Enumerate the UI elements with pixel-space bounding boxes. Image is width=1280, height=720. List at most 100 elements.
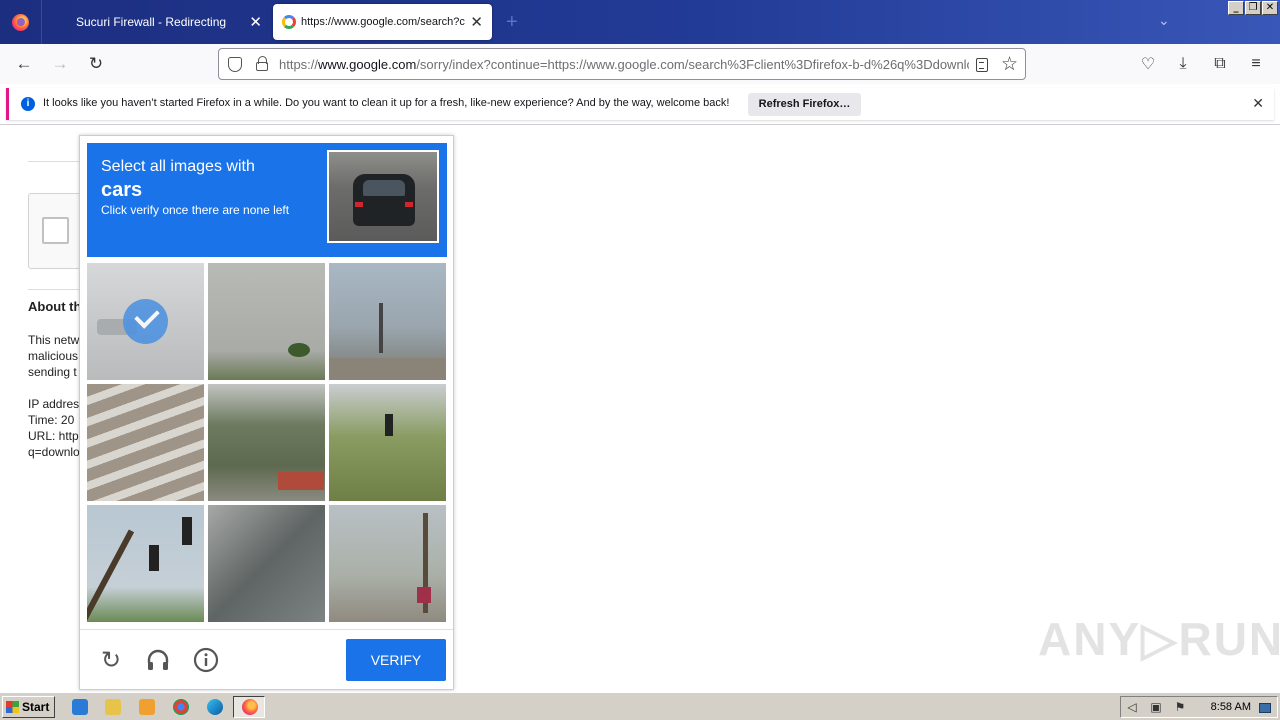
forward-arrow-icon[interactable]: →: [48, 52, 72, 76]
tab-close-icon[interactable]: ✕: [249, 13, 262, 31]
captcha-tile[interactable]: [329, 263, 446, 380]
action-center-flag-icon[interactable]: ⚑: [1173, 701, 1187, 714]
url-host: www.google.com: [318, 57, 417, 72]
bookmark-star-icon[interactable]: ☆: [1001, 53, 1018, 76]
restore-button[interactable]: ❐: [1245, 1, 1261, 15]
captcha-header: Select all images with cars Click verify…: [87, 143, 447, 257]
recaptcha-checkbox[interactable]: [42, 217, 69, 244]
url-path: /sorry/index?continue=https://www.google…: [416, 57, 969, 72]
audio-icon[interactable]: [143, 645, 173, 675]
info-icon: i: [21, 97, 35, 111]
anyrun-watermark: ANY▷RUN: [1038, 613, 1280, 665]
lock-icon[interactable]: [256, 56, 268, 71]
reload-icon[interactable]: ↻: [84, 52, 108, 76]
captcha-tile[interactable]: [87, 384, 204, 501]
clock: 8:58 AM: [1210, 701, 1251, 713]
notification-message: It looks like you haven’t started Firefo…: [43, 97, 730, 109]
refresh-firefox-button[interactable]: Refresh Firefox…: [748, 93, 861, 116]
hamburger-menu-icon[interactable]: ≡: [1245, 53, 1267, 75]
car-window: [363, 180, 405, 196]
captcha-tile[interactable]: [329, 505, 446, 622]
new-tab-button[interactable]: +: [506, 12, 518, 32]
car-taillight: [355, 202, 363, 207]
edge-icon[interactable]: [207, 699, 223, 715]
captcha-subinstruction: Click verify once there are none left: [101, 203, 290, 217]
tab-strip: Sucuri Firewall - Redirecting... ✕ https…: [0, 0, 1280, 44]
firefox-menu-button[interactable]: [0, 0, 42, 44]
info-circle-icon: [193, 647, 219, 673]
info-icon[interactable]: [191, 645, 221, 675]
tile-road-shape: [329, 358, 446, 380]
start-label: Start: [22, 700, 50, 714]
tile-traffic-light-shape: [182, 517, 192, 545]
toolbar-separator: [0, 124, 1280, 125]
tile-pole-shape: [379, 303, 383, 353]
reader-view-icon[interactable]: [976, 58, 988, 72]
page-line: sending t: [28, 365, 77, 379]
captcha-tile[interactable]: [208, 505, 325, 622]
url-bar[interactable]: https://www.google.com/sorry/index?conti…: [218, 48, 1026, 80]
captcha-tile[interactable]: [208, 263, 325, 380]
page-line: IP addres: [28, 397, 80, 411]
notification-bar: i It looks like you haven’t started Fire…: [6, 88, 1274, 120]
about-heading: About th: [28, 299, 82, 314]
extensions-icon[interactable]: ⧉: [1209, 53, 1231, 75]
page-line: malicious: [28, 349, 79, 363]
checkmark-icon: [123, 299, 168, 344]
tab-title: Sucuri Firewall - Redirecting...: [76, 15, 226, 29]
window-controls: _ ❐ ✕: [1228, 1, 1278, 15]
tile-palm-shape: [288, 343, 310, 357]
captcha-tile[interactable]: [87, 505, 204, 622]
tab-close-icon[interactable]: ✕: [470, 13, 483, 31]
show-desktop-button[interactable]: [1259, 703, 1271, 713]
back-arrow-icon[interactable]: ←: [12, 52, 36, 76]
taskbar: Start ◁ ▣ ⚑ 8:58 AM: [0, 692, 1280, 720]
page-line: URL: http: [28, 429, 79, 443]
firefox-icon: [242, 699, 258, 715]
internet-explorer-icon[interactable]: [72, 699, 88, 715]
media-player-icon[interactable]: [139, 699, 155, 715]
volume-icon[interactable]: ◁: [1125, 701, 1139, 714]
car-taillight: [405, 202, 413, 207]
pocket-icon[interactable]: ♡: [1137, 53, 1159, 75]
notification-close-icon[interactable]: ✕: [1252, 95, 1264, 112]
captcha-instruction: Select all images with: [101, 158, 255, 175]
firefox-taskbar-button[interactable]: [233, 696, 265, 718]
tile-pole-shape: [87, 529, 135, 621]
chrome-icon[interactable]: [173, 699, 189, 715]
page-line: q=downlo: [28, 445, 80, 459]
captcha-tile[interactable]: [329, 384, 446, 501]
tab-title: https://www.google.com/search?client=fir…: [301, 16, 465, 28]
file-explorer-icon[interactable]: [105, 699, 121, 715]
navigation-toolbar: ← → ↻ https://www.google.com/sorry/index…: [0, 44, 1280, 84]
captcha-footer-divider: [80, 629, 453, 630]
page-line: This netw: [28, 333, 80, 347]
reload-icon[interactable]: ↻: [96, 645, 126, 675]
verify-button[interactable]: VERIFY: [346, 639, 446, 681]
minimize-button[interactable]: _: [1228, 1, 1244, 15]
captcha-tile[interactable]: [87, 263, 204, 380]
url-text[interactable]: https://www.google.com/sorry/index?conti…: [279, 57, 969, 72]
downloads-icon[interactable]: ⤓: [1172, 53, 1194, 75]
list-all-tabs-icon[interactable]: ⌄: [1158, 12, 1170, 29]
captcha-challenge-dialog: Select all images with cars Click verify…: [79, 135, 454, 690]
captcha-sample-image: [327, 150, 439, 243]
tab-google[interactable]: https://www.google.com/search?client=fir…: [273, 4, 492, 40]
start-button[interactable]: Start: [2, 696, 55, 718]
network-icon[interactable]: ▣: [1149, 701, 1163, 714]
captcha-tile[interactable]: [208, 384, 325, 501]
tile-boat-shape: [278, 472, 324, 490]
google-favicon-icon: [282, 15, 296, 29]
tracking-protection-shield-icon[interactable]: [228, 57, 242, 72]
tile-traffic-light-shape: [385, 414, 393, 436]
captcha-target-word: cars: [101, 179, 143, 201]
headphones-icon: [147, 649, 169, 670]
close-window-button[interactable]: ✕: [1262, 1, 1278, 15]
system-tray: ◁ ▣ ⚑ 8:58 AM: [1120, 696, 1278, 718]
tile-sign-shape: [417, 587, 431, 603]
windows-logo-icon: [6, 701, 19, 713]
tab-sucuri[interactable]: Sucuri Firewall - Redirecting... ✕: [44, 4, 270, 40]
car-image: [353, 174, 415, 226]
url-prefix: https://: [279, 57, 319, 72]
tile-traffic-light-shape: [149, 545, 159, 571]
